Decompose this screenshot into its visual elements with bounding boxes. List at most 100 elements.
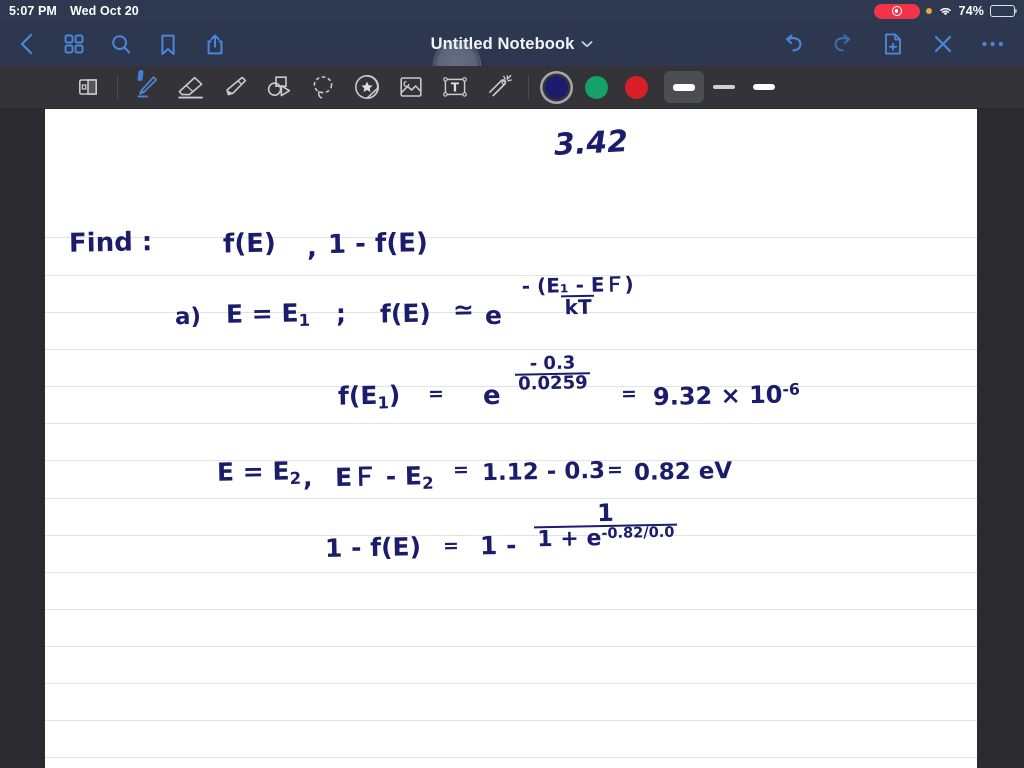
note-result-eq1: = — [427, 382, 445, 406]
note-part-a-semicolon: ; — [335, 298, 347, 329]
back-button[interactable] — [12, 29, 42, 59]
line5-frac-num: 1 — [596, 498, 615, 528]
ruled-line — [45, 237, 977, 238]
note-line4-result: 0.82 eV — [633, 458, 733, 486]
result-lhs-text: f(E — [337, 380, 378, 411]
location-icon — [925, 8, 932, 14]
close-button[interactable] — [928, 29, 958, 59]
wifi-icon — [938, 5, 953, 17]
toolbar-divider — [117, 75, 118, 99]
search-button[interactable] — [106, 29, 136, 59]
share-button[interactable] — [200, 29, 230, 59]
result-value-sup: -6 — [782, 379, 801, 399]
part-a-cond-text: E = E — [225, 298, 299, 329]
page-title[interactable]: Untitled Notebook — [431, 35, 575, 54]
pen-tool[interactable] — [125, 69, 169, 105]
note-line4-comma: , — [302, 462, 313, 493]
note-line5-lhs: 1 - f(E) — [324, 532, 422, 563]
status-bar-left: 5:07 PM Wed Oct 20 — [9, 4, 139, 18]
swatch-fill-red — [624, 75, 648, 99]
ruled-line — [45, 646, 977, 647]
image-tool[interactable] — [389, 69, 433, 105]
swatch-fill-green — [584, 75, 608, 99]
line4-e-text: E = E — [216, 456, 290, 487]
part-a-exp-den: kT — [561, 295, 595, 320]
note-line5-fraction: 1 1 + e-0.82/0.0 — [534, 498, 678, 553]
bookmark-button[interactable] — [153, 29, 183, 59]
line4-ef-text: EＦ - E — [334, 461, 423, 492]
magic-wand-tool[interactable] — [477, 69, 521, 105]
redo-button[interactable] — [828, 29, 858, 59]
battery-percent: 74% — [958, 4, 984, 18]
text-box-tool[interactable]: T — [433, 69, 477, 105]
navigation-left-group — [0, 29, 230, 59]
ruled-line — [45, 609, 977, 610]
note-heading: 3.42 — [553, 124, 629, 163]
more-options-button[interactable] — [978, 29, 1008, 59]
sticker-tool[interactable] — [345, 69, 389, 105]
note-line4-calc: 1.12 - 0.3 — [481, 457, 606, 487]
swatch-fill-navy — [544, 75, 568, 99]
part-a-exp-frac: - (E₁ - EＦ) kT — [519, 271, 638, 320]
result-exp-num: - 0.3 — [529, 352, 576, 375]
color-swatch-red[interactable] — [616, 69, 656, 105]
line4-ef-sub: 2 — [421, 473, 434, 493]
note-part-a-approx: ≃ — [452, 294, 475, 325]
part-a-exp-num: - (E₁ - EＦ) — [521, 271, 634, 299]
note-result-lhs: f(E1) — [338, 380, 401, 413]
new-page-button[interactable] — [878, 29, 908, 59]
thickness-bar-thin — [753, 84, 775, 90]
note-line5-eq: = — [442, 534, 460, 558]
status-bar: 5:07 PM Wed Oct 20 74% — [0, 0, 1024, 22]
ruled-line — [45, 386, 977, 387]
part-a-cond-sub: 1 — [298, 310, 311, 331]
result-lhs-sub: 1 — [377, 393, 390, 413]
thickness-thin[interactable] — [744, 71, 784, 103]
thickness-medium[interactable] — [704, 71, 744, 103]
status-time: 5:07 PM — [9, 4, 57, 18]
note-find-expr-1: f(E) — [222, 228, 277, 260]
color-swatch-green[interactable] — [576, 69, 616, 105]
drawing-toolbar: T — [0, 66, 1024, 108]
thickness-bar-medium — [713, 85, 735, 89]
ruled-line — [45, 498, 977, 499]
result-value-text: 9.32 × 10 — [652, 380, 783, 412]
undo-button[interactable] — [778, 29, 808, 59]
navigation-right-group — [778, 29, 1024, 59]
ruled-line — [45, 720, 977, 721]
chevron-down-icon[interactable] — [581, 35, 593, 53]
note-line4-eq1: = — [452, 458, 470, 482]
eraser-tool[interactable] — [169, 69, 213, 105]
lasso-tool[interactable] — [301, 69, 345, 105]
ruled-line — [45, 423, 977, 424]
note-result-value: 9.32 × 10-6 — [653, 380, 801, 411]
ruled-line — [45, 757, 977, 758]
line4-e-sub: 2 — [289, 468, 302, 489]
thickness-thick[interactable] — [664, 71, 704, 103]
grid-view-button[interactable] — [59, 29, 89, 59]
note-canvas[interactable]: 3.42 Find : f(E) , 1 - f(E) a) E = E1 ; … — [45, 109, 977, 768]
ruled-line — [45, 572, 977, 573]
status-bar-right: 74% — [873, 3, 1018, 19]
note-part-a-condition: E = E1 — [226, 298, 311, 331]
toolbar-divider-colors — [528, 75, 529, 99]
toolbar-items: T — [0, 69, 784, 105]
thickness-bar-thick — [673, 83, 695, 91]
color-swatch-navy[interactable] — [536, 69, 576, 105]
highlighter-tool[interactable] — [213, 69, 257, 105]
page-layout-tool[interactable] — [66, 69, 110, 105]
note-line4-e: E = E2 — [217, 456, 302, 489]
svg-text:T: T — [451, 80, 460, 94]
shape-tool[interactable] — [257, 69, 301, 105]
note-find-comma: , — [306, 232, 318, 264]
note-line4-ef: EＦ - E2 — [335, 456, 434, 494]
ruled-line — [45, 683, 977, 684]
note-find-expr-2: 1 - f(E) — [327, 228, 429, 260]
navigation-bar: Untitled Notebook — [0, 22, 1024, 88]
note-part-a-exponent: - (E₁ - EＦ) kT — [519, 271, 638, 320]
note-part-a-label: a) — [174, 303, 202, 331]
note-find-label: Find : — [68, 227, 153, 259]
ipad-notes-app: 5:07 PM Wed Oct 20 74% Untitled Notebook… — [0, 0, 1024, 768]
line5-frac-den: 1 + e-0.82/0.0 — [534, 524, 678, 553]
screen-record-icon[interactable] — [873, 3, 920, 19]
